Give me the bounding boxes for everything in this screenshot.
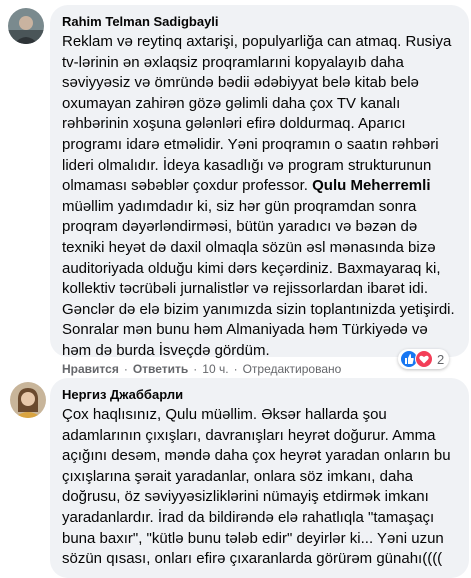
reactions-count: 2 — [437, 351, 445, 367]
avatar-image — [10, 382, 46, 418]
comment-author[interactable]: Нергиз Джаббарли — [62, 386, 457, 403]
avatar[interactable] — [8, 8, 44, 44]
love-icon — [415, 350, 433, 368]
comment-bubble: Rahim Telman Sadigbayli Reklam və reytin… — [50, 5, 469, 359]
reply-button[interactable]: Ответить — [133, 362, 188, 376]
comment-text: Çox haqlısınız, Qulu müəllim. Əksər hall… — [62, 405, 457, 570]
comment-timestamp[interactable]: 10 ч. — [202, 362, 228, 376]
comment-text-part: Reklam və reytinq axtarişi, populyarliğa… — [62, 33, 452, 195]
comment-text-part: müəllim yadımdadır ki, siz hər gün proqr… — [62, 197, 455, 359]
separator: · — [123, 362, 128, 376]
separator: · — [193, 362, 198, 376]
comment-text-part: Çox haqlısınız, Qulu müəllim. Əksər hall… — [62, 406, 451, 568]
comment-author[interactable]: Rahim Telman Sadigbayli — [62, 13, 457, 30]
comment-bubble: Нергиз Джаббарли Çox haqlısınız, Qulu mü… — [50, 378, 469, 578]
like-button[interactable]: Нравится — [62, 362, 119, 376]
separator: · — [233, 362, 238, 376]
avatar[interactable] — [10, 382, 46, 418]
comment-text: Reklam və reytinq axtarişi, populyarliğa… — [62, 32, 457, 362]
edited-label[interactable]: Отредактировано — [243, 362, 342, 376]
avatar-image — [8, 8, 44, 44]
mention-link[interactable]: Qulu Meherremli — [312, 177, 430, 194]
comment-actions: Нравится · Ответить · 10 ч. · Отредактир… — [62, 362, 341, 376]
reactions-badge[interactable]: 2 — [398, 349, 450, 369]
